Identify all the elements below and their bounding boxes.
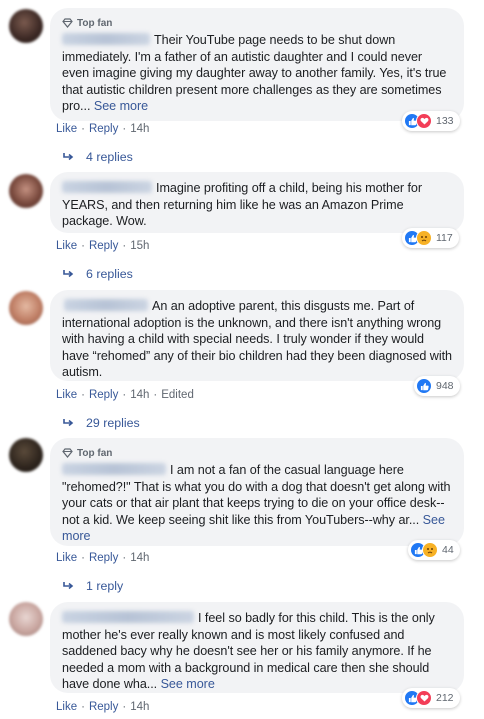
author-name[interactable] xyxy=(62,463,166,475)
reply-button[interactable]: Reply xyxy=(89,123,118,135)
sad-reaction-icon xyxy=(416,230,432,246)
love-reaction-icon xyxy=(416,113,432,129)
reply-button[interactable]: Reply xyxy=(89,240,118,252)
reaction-count: 44 xyxy=(442,544,454,556)
reply-button[interactable]: Reply xyxy=(89,389,118,401)
comment-text: I am not a fan of the casual language he… xyxy=(62,463,451,544)
sad-reaction-icon xyxy=(422,542,438,558)
comment-actions: Like · Reply · 14h xyxy=(56,701,150,713)
like-button[interactable]: Like xyxy=(56,701,77,713)
comment-bubble: An an adoptive parent, this disgusts me.… xyxy=(50,290,464,381)
timestamp[interactable]: 14h xyxy=(130,123,149,135)
comment-actions: Like · Reply · 14h · Edited xyxy=(56,389,194,401)
avatar[interactable] xyxy=(9,291,43,325)
comment-bubble: Top fan I am not a fan of the casual lan… xyxy=(50,438,464,546)
author-name[interactable] xyxy=(64,299,148,311)
top-fan-badge: Top fan xyxy=(62,16,452,30)
reaction-count: 117 xyxy=(436,232,453,244)
reactions-badge[interactable]: 212 xyxy=(402,688,460,708)
comment-actions: Like · Reply · 14h xyxy=(56,552,150,564)
comment-text: An an adoptive parent, this disgusts me.… xyxy=(62,299,453,380)
timestamp[interactable]: 14h xyxy=(130,552,149,564)
reply-arrow-icon xyxy=(63,153,74,161)
timestamp[interactable]: 15h xyxy=(130,240,149,252)
author-name[interactable] xyxy=(62,181,152,193)
reply-arrow-icon xyxy=(63,270,74,278)
avatar[interactable] xyxy=(9,174,43,208)
view-replies-link[interactable]: 29 replies xyxy=(62,416,140,430)
reaction-count: 948 xyxy=(436,380,454,392)
timestamp[interactable]: 14h xyxy=(130,389,149,401)
see-more-link[interactable]: See more xyxy=(161,677,215,691)
comment-bubble: I feel so badly for this child. This is … xyxy=(50,602,464,693)
reaction-count: 133 xyxy=(436,115,454,127)
avatar[interactable] xyxy=(9,9,43,43)
diamond-icon xyxy=(62,18,73,28)
like-button[interactable]: Like xyxy=(56,240,77,252)
reply-button[interactable]: Reply xyxy=(89,701,118,713)
see-more-link[interactable]: See more xyxy=(94,99,148,113)
reactions-badge[interactable]: 948 xyxy=(414,376,460,396)
avatar[interactable] xyxy=(9,438,43,472)
view-replies-link[interactable]: 1 reply xyxy=(62,579,123,593)
comment-text: Imagine profiting off a child, being his… xyxy=(62,181,423,229)
reactions-badge[interactable]: 117 xyxy=(402,228,459,248)
avatar[interactable] xyxy=(9,602,43,636)
like-button[interactable]: Like xyxy=(56,389,77,401)
edited-label[interactable]: Edited xyxy=(161,389,194,401)
reactions-badge[interactable]: 133 xyxy=(402,111,460,131)
comment-actions: Like · Reply · 15h xyxy=(56,240,150,252)
like-reaction-icon xyxy=(416,378,432,394)
comment-bubble: Top fan Their YouTube page needs to be s… xyxy=(50,8,464,121)
view-replies-link[interactable]: 4 replies xyxy=(62,150,133,164)
reply-button[interactable]: Reply xyxy=(89,552,118,564)
comment-text: Their YouTube page needs to be shut down… xyxy=(62,33,447,114)
top-fan-badge: Top fan xyxy=(62,446,452,460)
comment-bubble: Imagine profiting off a child, being his… xyxy=(50,172,464,233)
like-button[interactable]: Like xyxy=(56,123,77,135)
comment-actions: Like · Reply · 14h xyxy=(56,123,150,135)
comment-text: I feel so badly for this child. This is … xyxy=(62,611,435,692)
author-name[interactable] xyxy=(62,33,150,45)
author-name[interactable] xyxy=(62,611,194,623)
view-replies-link[interactable]: 6 replies xyxy=(62,267,133,281)
reply-arrow-icon xyxy=(63,582,74,590)
timestamp[interactable]: 14h xyxy=(130,701,149,713)
reaction-count: 212 xyxy=(436,692,454,704)
diamond-icon xyxy=(62,448,73,458)
reply-arrow-icon xyxy=(63,419,74,427)
like-button[interactable]: Like xyxy=(56,552,77,564)
love-reaction-icon xyxy=(416,690,432,706)
reactions-badge[interactable]: 44 xyxy=(408,540,460,560)
